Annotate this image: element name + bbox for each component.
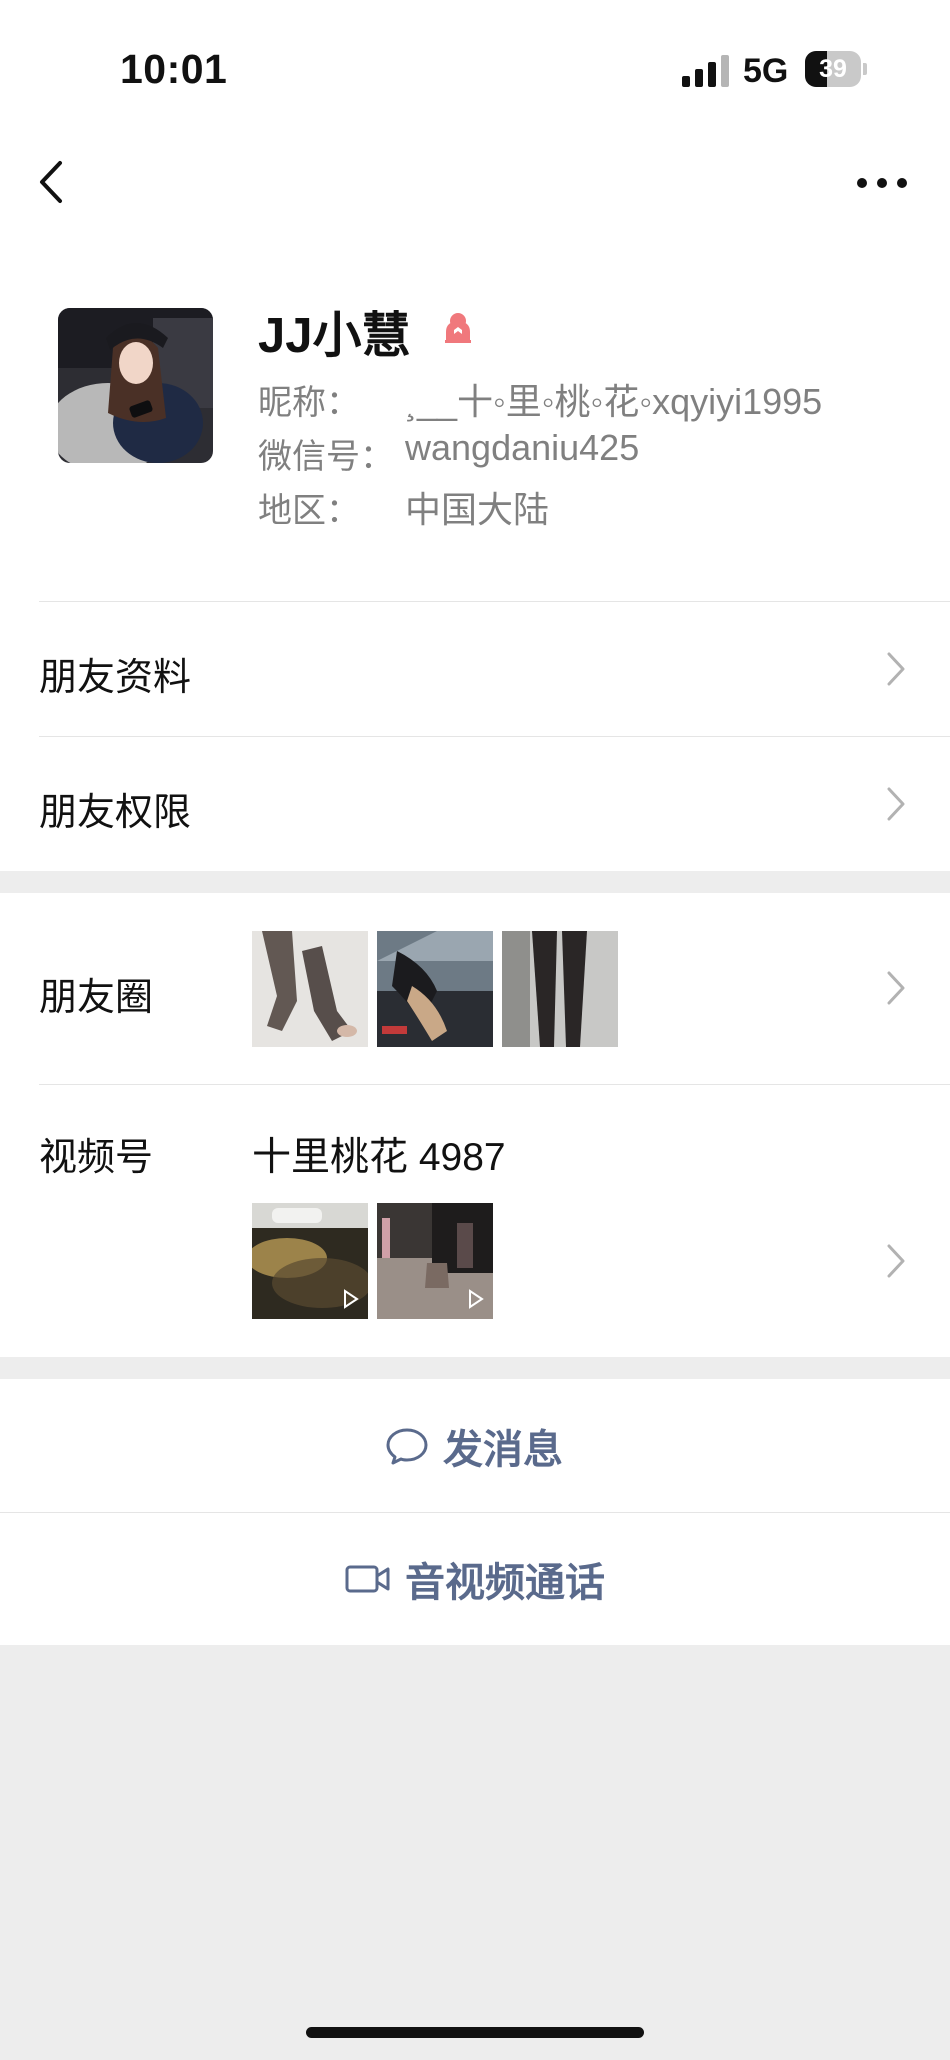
video-call-button[interactable]: 音视频通话 (0, 1513, 950, 1645)
moments-label: 朋友圈 (39, 977, 154, 1019)
chevron-left-icon (40, 161, 62, 203)
channel-name: 十里桃花 4987 (252, 1136, 506, 1179)
section-separator (0, 871, 950, 893)
friend-permissions-row[interactable]: 朋友权限 (0, 737, 950, 871)
wechat-id-label: 微信号： (258, 438, 394, 476)
female-icon (440, 310, 476, 346)
video-call-label: 音视频通话 (405, 1561, 605, 1605)
back-button[interactable] (30, 155, 80, 209)
moments-thumbnail[interactable] (252, 931, 368, 1047)
battery-icon: 39 (805, 51, 867, 87)
friend-permissions-label: 朋友权限 (39, 792, 192, 834)
battery-level: 39 (819, 55, 847, 83)
nickname-value: ¸__十◦里◦桃◦花◦xqyiyi1995 (405, 381, 823, 422)
chevron-right-icon (887, 652, 905, 686)
moments-row[interactable]: 朋友圈 (0, 893, 950, 1084)
signal-icon (682, 55, 730, 87)
video-camera-icon (345, 1565, 390, 1593)
friend-info-row[interactable]: 朋友资料 (0, 602, 950, 736)
status-bar: 10:01 5G 39 (0, 0, 950, 140)
profile-name: JJ小慧 (258, 309, 411, 363)
chevron-right-icon (887, 1244, 905, 1278)
send-message-label: 发消息 (443, 1427, 563, 1472)
friend-info-label: 朋友资料 (39, 657, 192, 699)
send-message-button[interactable]: 发消息 (0, 1379, 950, 1512)
chevron-right-icon (887, 787, 905, 821)
home-indicator (306, 2027, 644, 2038)
chevron-right-icon (887, 971, 905, 1005)
region-label: 地区： (258, 492, 360, 530)
chat-bubble-icon (386, 1428, 428, 1464)
channel-video-thumbnail[interactable] (252, 1203, 368, 1319)
network-label: 5G (743, 52, 789, 90)
nickname-label: 昵称： (258, 384, 360, 422)
more-button[interactable] (852, 163, 912, 203)
status-time: 10:01 (120, 46, 228, 92)
region-value: 中国大陆 (405, 489, 550, 530)
channels-label: 视频号 (39, 1137, 154, 1179)
channel-video-thumbnail[interactable] (377, 1203, 493, 1319)
section-separator (0, 1357, 950, 1379)
more-dots-icon (857, 178, 907, 188)
moments-thumbnail[interactable] (377, 931, 493, 1047)
avatar[interactable] (58, 308, 213, 463)
moments-thumbnail[interactable] (502, 931, 618, 1047)
wechat-id-value: wangdaniu425 (405, 427, 640, 468)
